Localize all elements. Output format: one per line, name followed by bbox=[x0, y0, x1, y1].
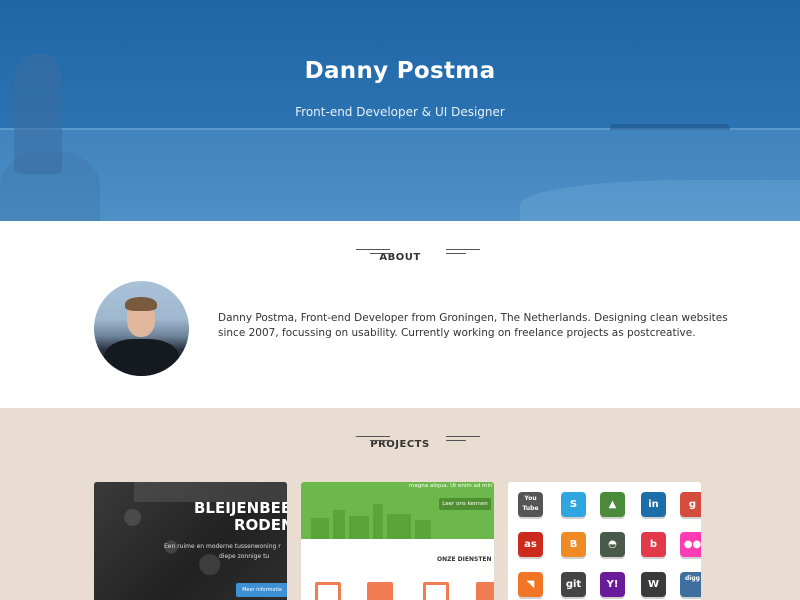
leer-ons-kennen-button[interactable]: Leer ons kennen bbox=[439, 498, 491, 510]
project-card-green[interactable]: magna aliqua. Ut enim ad min Leer ons ke… bbox=[301, 482, 494, 600]
digg-icon[interactable]: digg bbox=[680, 572, 701, 597]
projects-section: PROJECTS BLEIJENBEE RODEN Een ruime en m… bbox=[0, 408, 800, 600]
onze-diensten-label: ONZE DIENSTEN bbox=[437, 556, 492, 563]
avatar-jacket bbox=[104, 339, 179, 376]
rss-icon[interactable]: ◥ bbox=[518, 572, 543, 597]
card-text-line2: diepe zonnige tu bbox=[219, 553, 270, 560]
page-title: Danny Postma bbox=[304, 58, 496, 84]
skype-icon[interactable]: S bbox=[561, 492, 586, 517]
google-icon[interactable]: g bbox=[680, 492, 701, 517]
service-search-icon bbox=[423, 582, 449, 600]
lastfm-icon[interactable]: as bbox=[518, 532, 543, 557]
heading-lines-right bbox=[446, 435, 480, 443]
page-subtitle: Front-end Developer & UI Designer bbox=[295, 105, 505, 119]
hero-banner: Danny Postma Front-end Developer & UI De… bbox=[0, 0, 800, 221]
linkedin-icon[interactable]: in bbox=[641, 492, 666, 517]
behance-icon[interactable]: b bbox=[641, 532, 666, 557]
wordpress-icon[interactable]: W bbox=[641, 572, 666, 597]
avatar bbox=[94, 281, 189, 376]
about-heading: ABOUT bbox=[0, 245, 800, 263]
card-text-line1: Een ruime en moderne tussenwoning r bbox=[164, 543, 281, 550]
service-screen-icon bbox=[367, 582, 393, 600]
heading-lines-left bbox=[356, 248, 390, 256]
card-top-text: magna aliqua. Ut enim ad min bbox=[409, 483, 493, 489]
flickr-icon[interactable]: ●● bbox=[680, 532, 701, 557]
city-skyline-illustration bbox=[311, 504, 431, 539]
service-pencil-icon bbox=[315, 582, 341, 600]
heading-lines-right bbox=[446, 248, 480, 256]
youtube-icon[interactable]: You Tube bbox=[518, 492, 543, 517]
meer-informatie-button[interactable]: Meer informatie bbox=[236, 583, 287, 597]
git-icon[interactable]: git bbox=[561, 572, 586, 597]
projects-heading: PROJECTS bbox=[0, 432, 800, 450]
forrst-icon[interactable]: ▲ bbox=[600, 492, 625, 517]
blogger-icon[interactable]: B bbox=[561, 532, 586, 557]
about-text: Danny Postma, Front-end Developer from G… bbox=[218, 312, 728, 339]
hero-cape bbox=[610, 124, 730, 130]
card-title-line1: BLEIJENBEE bbox=[194, 499, 287, 517]
service-brush-icon bbox=[476, 582, 494, 600]
card-title-line2: RODEN bbox=[234, 516, 287, 534]
delicious-icon[interactable]: ◓ bbox=[600, 532, 625, 557]
heading-lines-left bbox=[356, 435, 390, 443]
project-card-bleijenbeek[interactable]: BLEIJENBEE RODEN Een ruime en moderne tu… bbox=[94, 482, 287, 600]
about-section: ABOUT Danny Postma, Front-end Developer … bbox=[0, 221, 800, 408]
yahoo-icon[interactable]: Y! bbox=[600, 572, 625, 597]
avatar-hair bbox=[125, 297, 157, 311]
project-card-social-icons[interactable]: You Tube S ▲ in g as B ◓ b ●● ◥ git Y! Wdigg bbox=[508, 482, 701, 600]
